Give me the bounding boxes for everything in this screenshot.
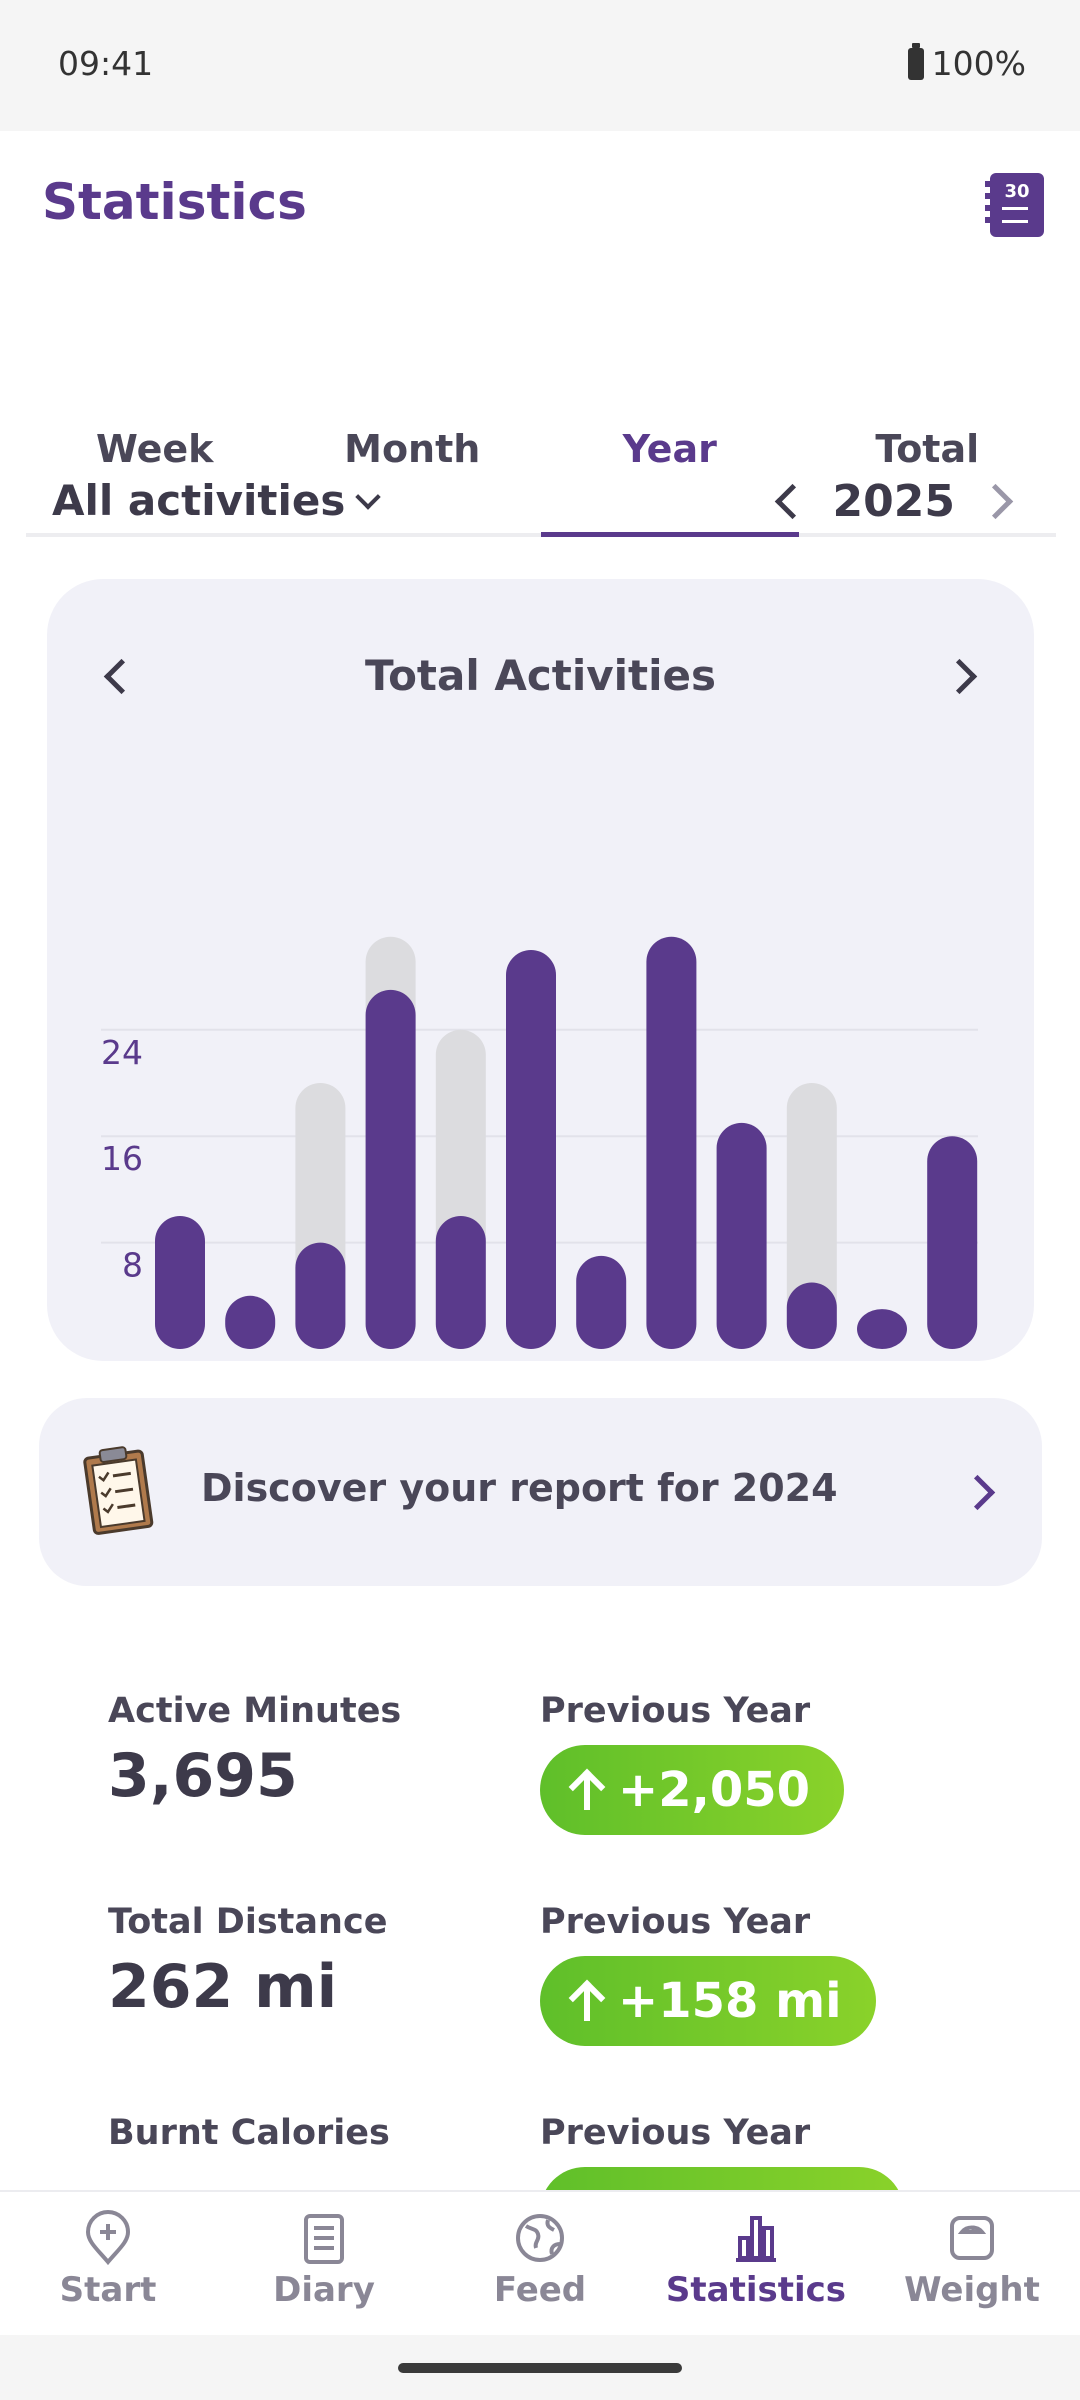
page-title: Statistics [42, 173, 307, 231]
diary-calendar-button[interactable]: 30 [985, 173, 1044, 237]
y-tick-label: 8 [122, 1246, 143, 1285]
activity-bar[interactable] [857, 1309, 907, 1349]
nav-label: Feed [493, 2270, 587, 2310]
year-navigator: 2025 [774, 476, 1014, 527]
app-screen: Statistics 30 Week Month Year Total All … [0, 131, 1080, 2190]
comparison-label: Previous Year [540, 1902, 811, 1942]
activity-bar[interactable] [716, 1122, 767, 1349]
activity-filter-label: All activities [52, 476, 346, 525]
bar-chart-icon [736, 2216, 776, 2262]
activity-bar[interactable] [225, 1295, 276, 1349]
arrow-up-icon [570, 1981, 604, 2021]
nav-diary[interactable]: Diary [216, 2192, 432, 2337]
nav-feed[interactable]: Feed [432, 2192, 648, 2337]
activity-bar[interactable] [506, 950, 556, 1349]
nav-statistics[interactable]: Statistics [648, 2192, 864, 2337]
globe-icon [516, 2214, 564, 2262]
activity-bar[interactable] [365, 989, 416, 1349]
diary-day-number: 30 [1004, 181, 1030, 202]
activities-chart-card: Total Activities 81624JanMarMayJulSepNov [47, 579, 1034, 1361]
nav-label: Statistics [665, 2270, 847, 2310]
nav-label: Weight [904, 2270, 1040, 2310]
delta-badge: +158 mi [540, 1956, 876, 2046]
y-tick-label: 16 [101, 1139, 143, 1178]
activity-bar[interactable] [786, 1282, 837, 1350]
active-minutes-comparison: Previous Year +2,050 [540, 1691, 845, 1835]
yearly-report-banner[interactable]: Discover your report for 2024 [39, 1398, 1042, 1586]
total-distance-stat: Total Distance 262 mi [108, 1902, 387, 2022]
home-gesture-bar[interactable] [398, 2363, 682, 2373]
report-text: Discover your report for 2024 [201, 1466, 838, 1510]
nav-start[interactable]: Start [0, 2192, 216, 2337]
battery-level: 100% [931, 44, 1026, 83]
clipboard-icon [83, 1446, 154, 1535]
stat-value: 262 mi [108, 1952, 338, 2022]
bottom-navigation: Start Diary Feed Statistics Weight [0, 2190, 1080, 2337]
previous-year-button[interactable] [774, 483, 810, 520]
stat-label: Active Minutes [108, 1691, 402, 1731]
comparison-label: Previous Year [540, 1691, 811, 1731]
activity-bar[interactable] [295, 1242, 346, 1349]
activity-bar[interactable] [576, 1255, 627, 1349]
stat-value: 3,695 [108, 1741, 298, 1811]
battery-status: 100% [907, 42, 1026, 83]
activity-bar[interactable] [927, 1136, 978, 1349]
active-minutes-stat: Active Minutes 3,695 [108, 1691, 401, 1811]
activities-bar-chart: 81624JanMarMayJulSepNov [101, 936, 978, 1350]
activity-bar[interactable] [646, 936, 697, 1349]
notebook-lines-icon [1002, 207, 1028, 223]
diary-icon [304, 2214, 344, 2264]
delta-badge: +2,050 [540, 1745, 845, 1835]
tab-year[interactable]: Year [541, 409, 799, 537]
selected-year: 2025 [832, 476, 955, 527]
activity-filter-dropdown[interactable]: All activities [52, 476, 382, 525]
scale-icon [950, 2216, 994, 2260]
nav-label: Start [59, 2270, 157, 2310]
chevron-down-icon [355, 483, 382, 510]
delta-value: +2,050 [618, 1762, 811, 1818]
location-pin-icon [85, 2210, 131, 2266]
stat-label: Burnt Calories [108, 2113, 390, 2153]
burnt-calories-comparison: Previous Year [540, 2113, 904, 2190]
total-distance-comparison: Previous Year +158 mi [540, 1902, 876, 2046]
delta-value: +158 mi [618, 1973, 842, 2029]
status-bar: 09:41 100% [0, 0, 1080, 131]
chevron-right-icon [959, 1474, 996, 1511]
battery-icon [907, 42, 924, 80]
burnt-calories-stat: Burnt Calories [108, 2113, 390, 2153]
activity-bar[interactable] [155, 1216, 205, 1349]
arrow-up-icon [570, 1770, 604, 1810]
gesture-area [0, 2335, 1080, 2400]
activity-bar[interactable] [435, 1216, 486, 1349]
binder-rings-icon [985, 181, 991, 227]
y-tick-label: 24 [101, 1033, 143, 1072]
nav-label: Diary [273, 2270, 375, 2310]
nav-weight[interactable]: Weight [864, 2192, 1080, 2337]
status-time: 09:41 [58, 44, 154, 83]
next-year-button[interactable] [977, 483, 1014, 520]
stat-label: Total Distance [108, 1902, 388, 1942]
delta-badge [540, 2167, 904, 2190]
comparison-label: Previous Year [540, 2113, 811, 2153]
